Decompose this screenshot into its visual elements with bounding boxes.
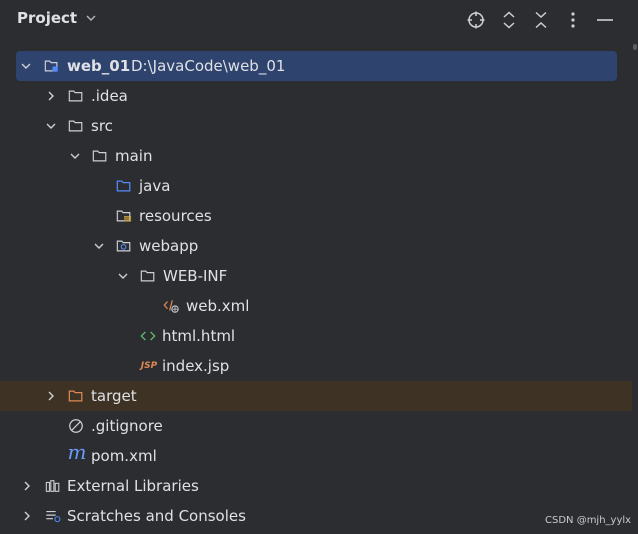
tree-node-label: .idea [91,87,128,105]
tree-node-label: java [139,177,171,195]
tree-node-label: web.xml [186,297,250,315]
tree-node-pom-xml[interactable]: m pom.xml [0,440,632,471]
tree-node-gitignore[interactable]: .gitignore [0,411,632,441]
jsp-file-icon: JSP [140,361,158,371]
chevron-down-icon[interactable] [91,238,107,254]
maven-icon: m [67,440,87,464]
source-folder-icon [116,178,132,194]
hide-icon[interactable] [594,9,616,31]
view-selector[interactable]: Project [17,9,97,27]
chevron-down-icon[interactable] [115,268,131,284]
folder-icon [68,118,84,134]
chevron-right-icon[interactable] [43,388,59,404]
expand-all-icon[interactable] [498,9,520,31]
vertical-scrollbar[interactable] [632,40,638,534]
tree-node-label: resources [139,207,212,225]
chevron-down-icon[interactable] [18,58,34,74]
folder-icon [140,268,156,284]
web-folder-icon [116,238,132,254]
module-name: web_01 [67,57,131,75]
tree-node-webapp[interactable]: webapp [0,231,632,261]
more-options-icon[interactable] [562,9,584,31]
library-icon [45,478,61,494]
tree-node-label: Scratches and Consoles [67,507,246,525]
tree-node-label: WEB-INF [163,267,228,285]
tree-node-label: html.html [162,327,236,345]
tree-node-index-jsp[interactable]: JSP index.jsp [0,351,632,381]
tree-node-target[interactable]: target [0,381,632,411]
tool-window-header: Project [0,0,638,40]
scratches-icon [45,508,61,524]
tree-node-label: External Libraries [67,477,199,495]
tree-node-label: webapp [139,237,199,255]
tree-node-external-libraries[interactable]: External Libraries [0,471,632,501]
chevron-right-icon[interactable] [19,478,35,494]
html-file-icon [140,328,156,344]
excluded-folder-icon [68,388,84,404]
scrollbar-thumb[interactable] [633,44,637,50]
tree-node-web-01[interactable]: web_01 D:\JavaCode\web_01 [16,51,617,81]
resources-folder-icon [116,208,132,224]
module-path: D:\JavaCode\web_01 [131,57,286,75]
collapse-all-icon[interactable] [530,9,552,31]
tool-window-title: Project [17,9,78,27]
tree-node-label: index.jsp [162,357,230,375]
tree-node-label: main [115,147,153,165]
chevron-right-icon[interactable] [19,508,35,524]
chevron-down-icon [85,12,97,24]
chevron-right-icon[interactable] [43,88,59,104]
tree-node-idea[interactable]: .idea [0,81,632,111]
tree-node-src[interactable]: src [0,111,632,141]
tree-node-label: pom.xml [91,447,157,465]
tree-node-html-html[interactable]: html.html [0,321,632,351]
tree-node-label: target [91,387,137,405]
tree-node-scratches[interactable]: Scratches and Consoles [0,501,632,531]
xml-deployment-descriptor-icon [163,298,179,314]
module-folder-icon [44,58,60,74]
folder-icon [92,148,108,164]
ignore-file-icon [68,418,84,434]
chevron-down-icon[interactable] [67,148,83,164]
folder-icon [68,88,84,104]
watermark: CSDN @mjh_yylx [545,515,632,526]
chevron-down-icon[interactable] [43,118,59,134]
tree-node-label: src [91,117,113,135]
tree-node-web-inf[interactable]: WEB-INF [0,261,632,291]
tree-node-web-xml[interactable]: web.xml [0,291,632,321]
tree-node-java[interactable]: java [0,171,632,201]
locate-icon[interactable] [465,9,487,31]
tree-node-main[interactable]: main [0,141,632,171]
tree-node-label: .gitignore [91,417,163,435]
tree-node-resources[interactable]: resources [0,201,632,231]
